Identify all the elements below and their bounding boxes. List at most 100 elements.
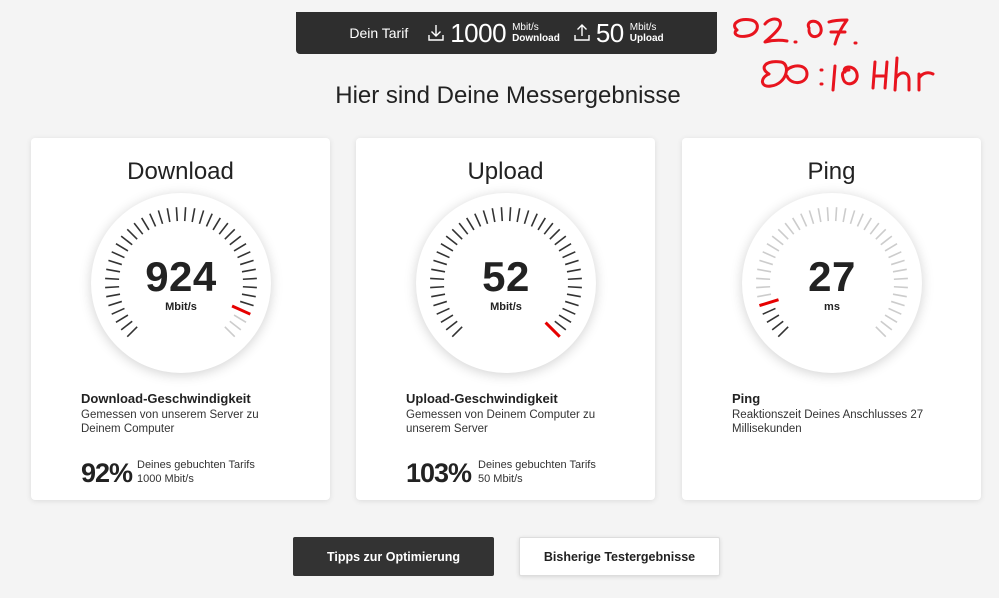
tariff-download-unit: Mbit/s bbox=[512, 22, 539, 33]
gauge-tick bbox=[120, 320, 133, 331]
download-card: Download 924 Mbit/s Download-Geschwindig… bbox=[31, 138, 330, 500]
gauge-tick bbox=[834, 207, 838, 222]
download-card-title: Download bbox=[127, 158, 234, 185]
tariff-upload: 50 Mbit/s Upload bbox=[574, 18, 664, 49]
gauge-tick bbox=[558, 242, 572, 252]
upload-tariff-info: Deines gebuchten Tarifs 50 Mbit/s bbox=[478, 458, 596, 486]
gauge-tick bbox=[543, 222, 554, 235]
gauge-tick bbox=[133, 222, 144, 235]
gauge-tick bbox=[537, 217, 547, 231]
gauge-tick bbox=[115, 314, 129, 324]
gauge-tick bbox=[465, 217, 475, 231]
gauge-tick bbox=[451, 228, 463, 240]
gauge-tick bbox=[474, 213, 482, 227]
ping-card-title: Ping bbox=[807, 158, 856, 185]
gauge-tick bbox=[842, 208, 847, 223]
gauge-tick bbox=[549, 228, 561, 240]
gauge-tick bbox=[884, 314, 898, 324]
download-tariff-line2: 1000 Mbit/s bbox=[137, 473, 194, 485]
gauge-tick bbox=[445, 235, 458, 246]
upload-gauge: 52 Mbit/s bbox=[416, 193, 596, 373]
gauge-tick bbox=[808, 210, 815, 225]
upload-heading: Upload-Geschwindigkeit bbox=[406, 391, 558, 406]
gauge-tick bbox=[766, 242, 780, 252]
gauge-tick bbox=[777, 326, 789, 338]
tariff-upload-label: Upload bbox=[629, 33, 664, 44]
upload-description: Gemessen von Deinem Computer zu unserem … bbox=[406, 409, 596, 435]
gauge-tick bbox=[863, 217, 873, 231]
gauge-tick bbox=[869, 222, 880, 235]
gauge-tick bbox=[554, 235, 567, 246]
gauge-tick bbox=[856, 213, 864, 227]
tariff-download-label: Download bbox=[512, 33, 560, 44]
gauge-tick bbox=[516, 208, 521, 223]
gauge-tick bbox=[224, 228, 236, 240]
gauge-tick bbox=[218, 222, 229, 235]
download-heading: Download-Geschwindigkeit bbox=[81, 391, 251, 406]
page-title: Hier sind Deine Messergebnisse bbox=[335, 82, 681, 109]
ping-description: Reaktionszeit Deines Anschlusses 27 Mill… bbox=[732, 409, 924, 435]
gauge-tick bbox=[884, 242, 898, 252]
tips-button[interactable]: Tipps zur Optimierung bbox=[293, 537, 494, 576]
download-description: Gemessen von unserem Server zu Deinem Co… bbox=[81, 409, 259, 435]
gauge-tick bbox=[482, 210, 489, 225]
gauge-tick bbox=[817, 208, 822, 223]
gauge-tick bbox=[224, 326, 236, 338]
gauge-tick bbox=[233, 314, 247, 324]
upload-unit: Mbit/s bbox=[490, 301, 522, 313]
gauge-tick bbox=[849, 210, 856, 225]
gauge-tick bbox=[445, 320, 458, 331]
gauge-tick bbox=[826, 207, 830, 222]
gauge-tick bbox=[120, 235, 133, 246]
upload-value: 52 bbox=[482, 253, 530, 300]
gauge-tick bbox=[140, 217, 150, 231]
gauge-tick bbox=[880, 235, 893, 246]
gauge-tick bbox=[451, 326, 463, 338]
gauge-tick bbox=[875, 326, 887, 338]
gauge-tick bbox=[126, 228, 138, 240]
ping-unit: ms bbox=[824, 301, 840, 313]
gauge-tick bbox=[784, 222, 795, 235]
gauge-tick bbox=[458, 222, 469, 235]
gauge-tick bbox=[183, 207, 187, 222]
gauge-tick bbox=[523, 210, 530, 225]
gauge-tick bbox=[440, 314, 454, 324]
gauge-tick bbox=[126, 326, 138, 338]
tariff-upload-unit: Mbit/s bbox=[629, 22, 657, 33]
gauge-tick bbox=[175, 207, 179, 222]
gauge-tick bbox=[554, 320, 567, 331]
tariff-label: Dein Tarif bbox=[349, 25, 409, 41]
ping-gauge: 27 ms bbox=[742, 193, 922, 373]
gauge-tick bbox=[115, 242, 129, 252]
ping-value: 27 bbox=[808, 253, 856, 300]
tariff-download: 1000 Mbit/s Download bbox=[428, 18, 560, 49]
upload-tariff-line2: 50 Mbit/s bbox=[478, 473, 523, 485]
gauge-tick bbox=[791, 217, 801, 231]
gauge-marker bbox=[544, 321, 561, 338]
gauge-tick bbox=[777, 228, 789, 240]
gauge-tick bbox=[766, 314, 780, 324]
gauge-tick bbox=[530, 213, 538, 227]
gauge-tick bbox=[491, 208, 496, 223]
download-percent: 92% bbox=[81, 458, 133, 488]
download-tariff-info: Deines gebuchten Tarifs 1000 Mbit/s bbox=[137, 458, 255, 486]
gauge-tick bbox=[166, 208, 171, 223]
gauge-tick bbox=[771, 320, 784, 331]
upload-percent: 103% bbox=[406, 458, 472, 488]
upload-arrow-icon bbox=[574, 24, 590, 41]
gauge-tick bbox=[558, 314, 572, 324]
tariff-upload-value: 50 bbox=[595, 17, 624, 48]
download-tariff-line1: Deines gebuchten Tarifs bbox=[137, 459, 255, 471]
upload-card-title: Upload bbox=[467, 158, 544, 185]
gauge-tick bbox=[157, 210, 164, 225]
gauge-tick bbox=[198, 210, 205, 225]
download-unit: Mbit/s bbox=[165, 301, 197, 313]
download-gauge: 924 Mbit/s bbox=[91, 193, 271, 373]
gauge-tick bbox=[149, 213, 157, 227]
gauge-tick bbox=[800, 213, 808, 227]
ping-card: Ping 27 ms Ping Reaktionszeit Deines Ans… bbox=[682, 138, 981, 500]
gauge-tick bbox=[229, 320, 242, 331]
gauge-tick bbox=[212, 217, 222, 231]
gauge-tick bbox=[880, 320, 893, 331]
history-button[interactable]: Bisherige Testergebnisse bbox=[519, 537, 720, 576]
